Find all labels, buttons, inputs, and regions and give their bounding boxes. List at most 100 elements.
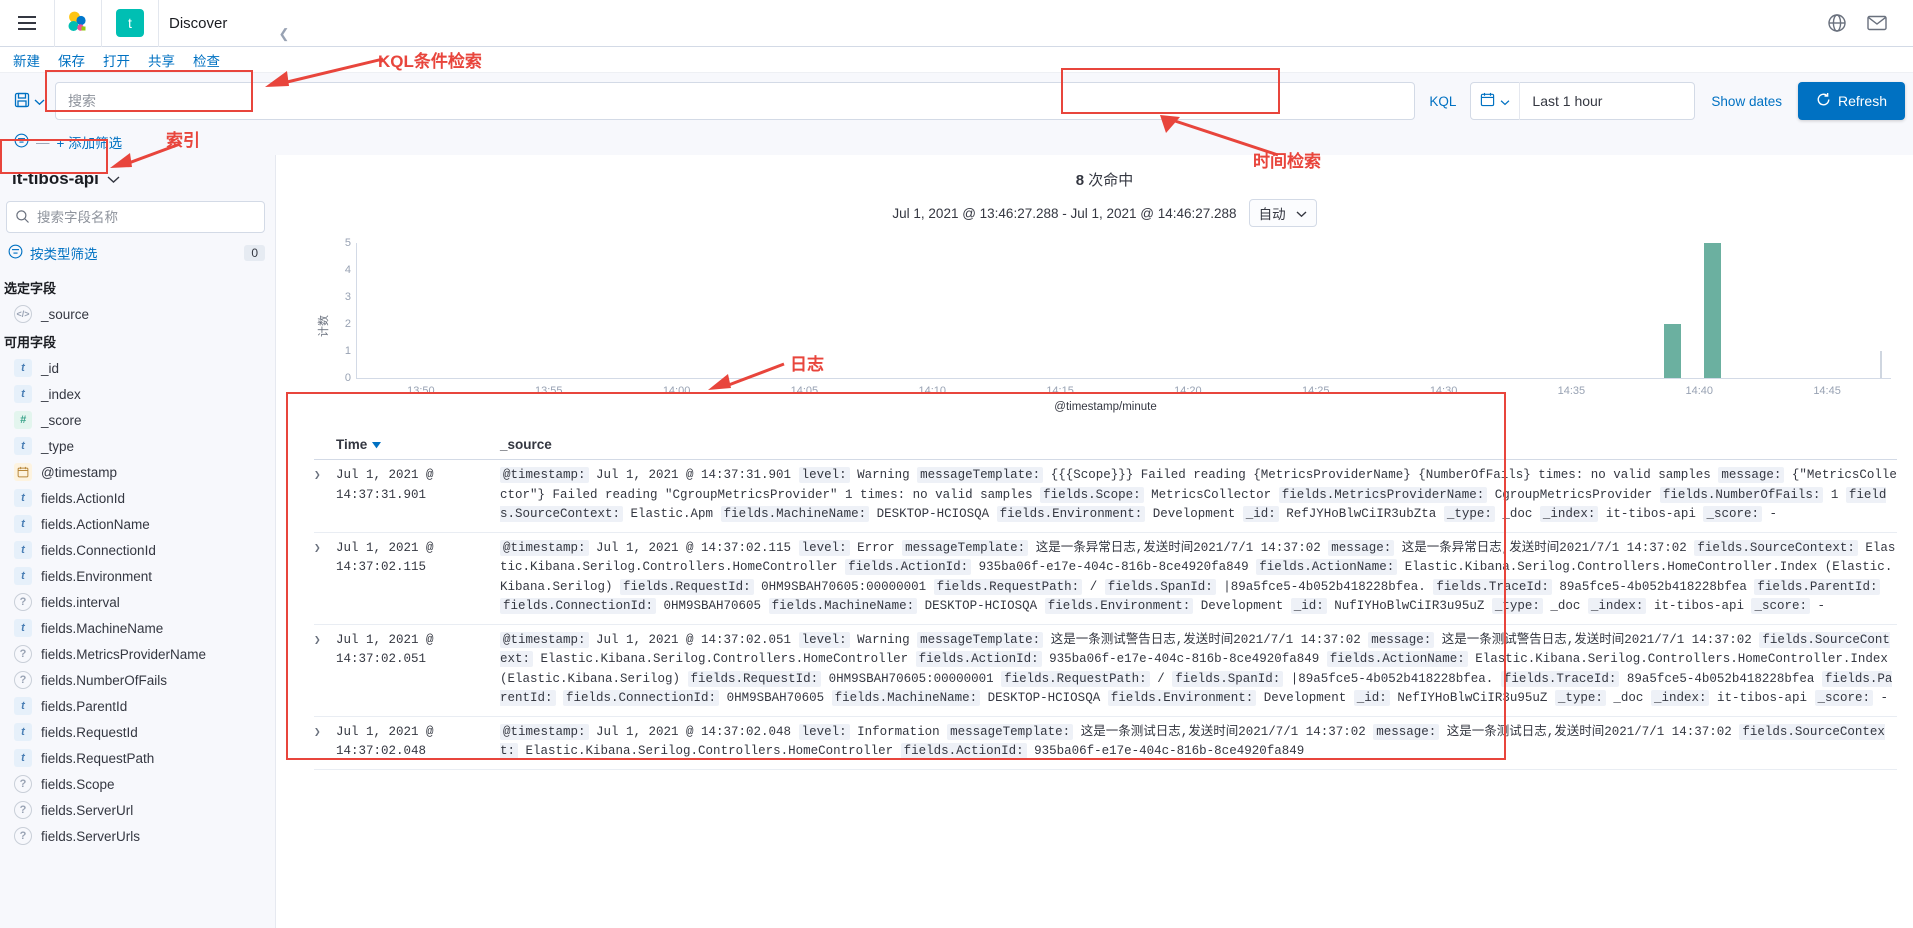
menu-item-share[interactable]: 共享: [139, 50, 184, 70]
column-header-source: _source: [500, 437, 552, 452]
field-value: -: [1880, 691, 1889, 705]
field-value: {{{Scope}}} Failed reading {MetricsProvi…: [1050, 468, 1711, 482]
unknown-type-icon: ?: [14, 593, 32, 611]
field-item[interactable]: t fields.ParentId: [0, 693, 275, 719]
field-value: _doc: [1550, 599, 1581, 613]
field-key: fields.TraceId:: [1433, 578, 1552, 595]
table-row[interactable]: ❯ Jul 1, 2021 @ 14:37:02.048 @timestamp: J…: [314, 717, 1897, 770]
chart-bar[interactable]: [1703, 243, 1721, 378]
sidebar-collapse-button[interactable]: ❮: [276, 26, 292, 42]
filter-by-type-label: 按类型筛选: [30, 247, 98, 262]
field-key: fields.MachineName:: [831, 690, 981, 706]
menu-item-open[interactable]: 打开: [94, 50, 139, 70]
field-key: level:: [798, 631, 850, 648]
field-value: Elastic.Kibana.Serilog.Controllers.HomeC…: [525, 744, 894, 758]
field-key: fields.SourceContext:: [1694, 539, 1858, 556]
chart-ytick: 5: [344, 237, 351, 249]
field-item[interactable]: t _id: [0, 355, 275, 381]
field-sidebar: it-tibos-api 按类型筛选 0 选定字段 </> _source: [0, 155, 276, 928]
field-item[interactable]: t fields.RequestPath: [0, 745, 275, 771]
field-key: fields.ActionId:: [900, 743, 1027, 759]
space-avatar[interactable]: t: [116, 9, 144, 37]
mail-icon[interactable]: [1857, 0, 1897, 47]
field-name: fields.NumberOfFails: [41, 672, 168, 688]
add-filter-button[interactable]: + 添加筛选: [57, 132, 123, 152]
field-item[interactable]: t fields.MachineName: [0, 615, 275, 641]
field-item[interactable]: t fields.Environment: [0, 563, 275, 589]
field-item[interactable]: t _index: [0, 381, 275, 407]
expand-row-icon[interactable]: ❯: [314, 631, 336, 709]
table-row[interactable]: ❯ Jul 1, 2021 @ 14:37:02.115 @timestamp: J…: [314, 533, 1897, 625]
field-key: messageTemplate:: [917, 631, 1044, 648]
field-key: fields.Environment:: [1044, 598, 1194, 614]
field-item[interactable]: ? fields.interval: [0, 589, 275, 615]
chart-plot-area[interactable]: 0 1 2 3 4 5 13:50 13:55 14:00 14:05 14:10 14:15 14:2…: [345, 237, 1891, 397]
table-row[interactable]: ❯ Jul 1, 2021 @ 14:37:31.901 @timestamp: J…: [314, 460, 1897, 533]
field-value: CgroupMetricsProvider: [1494, 487, 1653, 502]
field-name: fields.ConnectionId: [41, 542, 156, 558]
chart-bar[interactable]: [1663, 324, 1681, 378]
field-item[interactable]: t fields.RequestId: [0, 719, 275, 745]
expand-row-icon[interactable]: ❯: [314, 723, 336, 762]
refresh-button[interactable]: Refresh: [1797, 82, 1905, 120]
field-key: fields.Environment:: [1107, 690, 1257, 706]
menu-item-new[interactable]: 新建: [4, 50, 49, 70]
field-item[interactable]: @timestamp: [0, 459, 275, 485]
field-search-input[interactable]: [6, 201, 265, 233]
field-item[interactable]: ? fields.ServerUrls: [0, 823, 275, 849]
field-item[interactable]: t fields.ConnectionId: [0, 537, 275, 563]
field-value: 这是一条测试警告日志,发送时间2021/7/1 14:37:02: [1441, 632, 1752, 647]
app-menu-bar: 新建 保存 打开 共享 检查: [0, 47, 1913, 73]
field-item[interactable]: ? fields.NumberOfFails: [0, 667, 275, 693]
calendar-quick-select-button[interactable]: [1471, 92, 1519, 110]
field-item[interactable]: </> _source: [0, 301, 275, 327]
field-item[interactable]: t fields.ActionId: [0, 485, 275, 511]
expand-row-icon[interactable]: ❯: [314, 466, 336, 525]
chart-time-range: Jul 1, 2021 @ 13:46:27.288 - Jul 1, 2021…: [892, 205, 1237, 221]
kql-language-button[interactable]: KQL: [1415, 94, 1470, 109]
field-key: fields.ConnectionId:: [563, 690, 720, 706]
show-dates-button[interactable]: Show dates: [1695, 94, 1798, 109]
filter-icon[interactable]: [14, 133, 29, 151]
field-key: message:: [1368, 631, 1435, 648]
menu-item-save[interactable]: 保存: [49, 50, 94, 70]
table-row[interactable]: ❯ Jul 1, 2021 @ 14:37:02.051 @timestamp: J…: [314, 625, 1897, 717]
index-pattern-selector[interactable]: it-tibos-api: [6, 165, 265, 193]
interval-select[interactable]: 自动: [1248, 199, 1317, 227]
field-item[interactable]: ? fields.MetricsProviderName: [0, 641, 275, 667]
search-input[interactable]: [55, 82, 1416, 120]
hamburger-icon[interactable]: [18, 16, 36, 30]
field-key: _index:: [1587, 598, 1647, 614]
field-item[interactable]: t _type: [0, 433, 275, 459]
date-range-text[interactable]: Last 1 hour: [1520, 93, 1614, 109]
field-key: fields.RequestPath:: [933, 578, 1083, 595]
chart-bar[interactable]: [1880, 351, 1883, 378]
field-item[interactable]: # _score: [0, 407, 275, 433]
menu-item-inspect[interactable]: 检查: [184, 50, 229, 70]
globe-icon[interactable]: [1817, 0, 1857, 47]
expand-row-icon[interactable]: ❯: [314, 539, 336, 617]
column-header-time[interactable]: Time: [314, 437, 500, 452]
filter-by-type-button[interactable]: 按类型筛选 0: [8, 243, 265, 263]
field-key: fields.ActionId:: [915, 651, 1042, 667]
field-value: 89a5fce5-4b052b418228bfea: [1559, 579, 1747, 594]
hits-suffix: 次命中: [1088, 172, 1134, 189]
elastic-logo-icon[interactable]: [55, 10, 101, 36]
histogram-chart[interactable]: 计数 0 1 2 3 4 5 13:50 13:55 14:00 14:05 14:10 14:15 1…: [314, 237, 1897, 415]
field-name: @timestamp: [41, 464, 117, 480]
field-key: level:: [798, 539, 850, 556]
chrome-right-actions: [1817, 0, 1913, 47]
field-name: _source: [41, 306, 90, 322]
field-item[interactable]: t fields.ActionName: [0, 511, 275, 537]
chart-xtick: 14:25: [1301, 385, 1330, 397]
field-value: Warning: [857, 632, 910, 647]
field-item[interactable]: ? fields.ServerUrl: [0, 797, 275, 823]
field-value: 这是一条测试日志,发送时间2021/7/1 14:37:02: [1446, 724, 1732, 739]
saved-query-button[interactable]: [8, 82, 51, 120]
field-name: fields.interval: [41, 594, 120, 610]
string-type-icon: t: [14, 697, 32, 715]
field-value: 这是一条异常日志,发送时间2021/7/1 14:37:02: [1035, 540, 1321, 555]
field-name: fields.RequestId: [41, 724, 138, 740]
field-item[interactable]: ? fields.Scope: [0, 771, 275, 797]
row-source: @timestamp: Jul 1, 2021 @ 14:37:02.115 l…: [500, 539, 1897, 617]
